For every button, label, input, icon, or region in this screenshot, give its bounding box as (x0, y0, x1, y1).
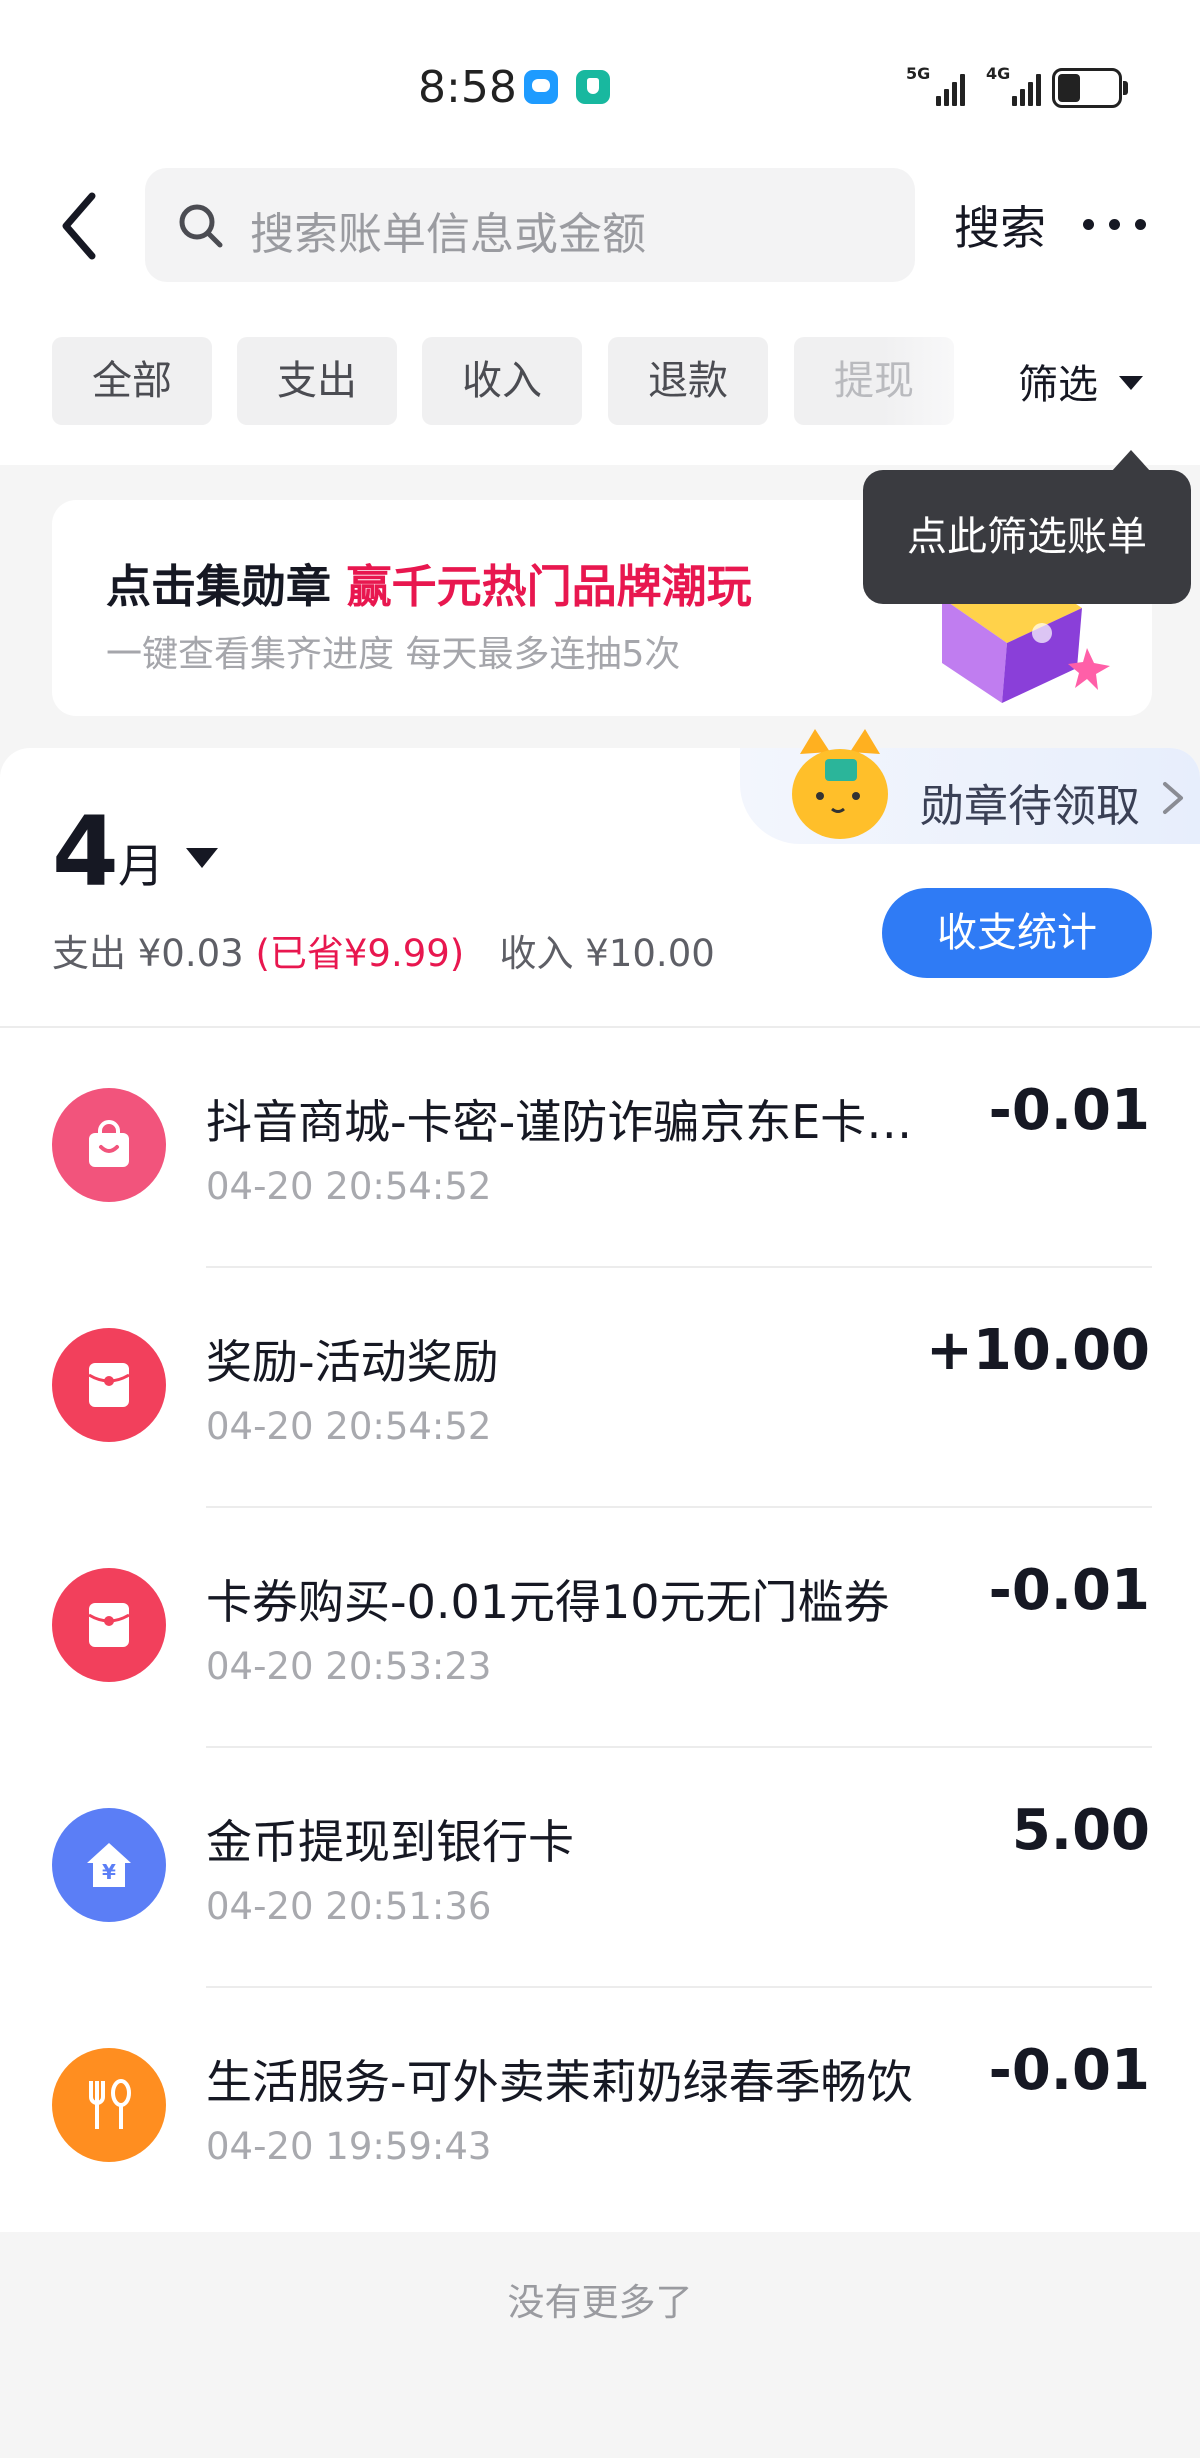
filter-tooltip[interactable]: 点此筛选账单 (863, 450, 1191, 604)
transaction-time: 04-20 20:54:52 (206, 1405, 492, 1448)
filter-chip-income[interactable]: 收入 (422, 337, 582, 425)
transaction-row[interactable]: ¥ 金币提现到银行卡 04-20 20:51:36 5.00 (0, 1748, 1200, 1988)
transaction-amount: +10.00 (925, 1318, 1150, 1383)
search-icon (179, 204, 223, 248)
transaction-list: 抖音商城-卡密-谨防诈骗京东E卡… 04-20 20:54:52 -0.01 奖… (0, 1028, 1200, 2232)
cat-mascot-icon (792, 729, 888, 839)
saved-amount: (已省¥9.99) (255, 932, 465, 975)
medal-claim-tab[interactable]: 勋章待领取 (740, 729, 1200, 844)
yuan-house-icon: ¥ (52, 1808, 166, 1922)
fork-spoon-icon (52, 2048, 166, 2162)
signal-4g-icon (1012, 70, 1048, 106)
banner-subtitle: 一键查看集齐进度 每天最多连抽5次 (106, 634, 681, 675)
transaction-time: 04-20 20:51:36 (206, 1885, 492, 1928)
filter-chip-withdraw[interactable]: 提现 (794, 337, 954, 425)
transaction-row[interactable]: 奖励-活动奖励 04-20 20:54:52 +10.00 (0, 1268, 1200, 1508)
transaction-time: 04-20 20:54:52 (206, 1165, 492, 1208)
back-arrow-icon[interactable] (50, 186, 120, 266)
transaction-amount: -0.01 (988, 1078, 1150, 1143)
chat-notification-icon (524, 70, 558, 104)
search-button[interactable]: 搜索 (954, 192, 1046, 258)
expense-total: 支出 ¥0.03 (52, 932, 244, 975)
banner-title: 点击集勋章 赢千元热门品牌潮玩 (106, 550, 752, 615)
month-summary-section: 勋章待领取 4 月 支出 ¥0.03 (已省¥9.99) 收入 ¥10.00 收… (0, 729, 1200, 1026)
month-dropdown-icon[interactable] (186, 848, 218, 868)
income-total: 收入 ¥10.00 (499, 932, 715, 975)
filter-button[interactable]: 筛选 (1018, 352, 1098, 410)
chevron-right-icon (1163, 782, 1183, 814)
status-time: 8:58 (418, 62, 517, 113)
network-5g-label: 5G (906, 64, 931, 83)
top-panel: 8:58 5G 4G 搜索账单信息或金额 搜索 全部 支出 收入 退款 提现 筛… (0, 0, 1200, 465)
transaction-title: 金币提现到银行卡 (206, 1815, 574, 1869)
battery-icon (1052, 68, 1128, 108)
transaction-time: 04-20 20:53:23 (206, 1645, 492, 1688)
filter-chip-all[interactable]: 全部 (52, 337, 212, 425)
transaction-title: 抖音商城-卡密-谨防诈骗京东E卡… (206, 1095, 913, 1149)
month-summary: 支出 ¥0.03 (已省¥9.99) 收入 ¥10.00 (52, 923, 715, 977)
banner-title-highlight: 赢千元热门品牌潮玩 (346, 560, 752, 613)
filter-chip-refund[interactable]: 退款 (608, 337, 768, 425)
network-4g-label: 4G (986, 64, 1011, 83)
transaction-amount: -0.01 (988, 2038, 1150, 2103)
medal-claim-label: 勋章待领取 (920, 781, 1140, 832)
transaction-title: 卡券购买-0.01元得10元无门槛券 (206, 1575, 890, 1629)
month-unit[interactable]: 月 (118, 830, 164, 896)
no-more-label: 没有更多了 (507, 2281, 693, 2324)
filter-caret-icon[interactable] (1119, 376, 1143, 390)
transaction-title: 奖励-活动奖励 (206, 1335, 499, 1389)
search-placeholder: 搜索账单信息或金额 (250, 209, 646, 260)
transaction-time: 04-20 19:59:43 (206, 2125, 492, 2168)
month-number[interactable]: 4 (52, 799, 119, 906)
transaction-row[interactable]: 抖音商城-卡密-谨防诈骗京东E卡… 04-20 20:54:52 -0.01 (0, 1028, 1200, 1268)
transaction-amount: 5.00 (1011, 1798, 1150, 1863)
transaction-title: 生活服务-可外卖茉莉奶绿春季畅饮 (206, 2055, 913, 2109)
search-input[interactable]: 搜索账单信息或金额 (145, 168, 915, 282)
shopping-bag-icon (52, 1088, 166, 1202)
red-packet-icon (52, 1568, 166, 1682)
more-options-icon[interactable] (1083, 204, 1147, 244)
filter-chip-expense[interactable]: 支出 (237, 337, 397, 425)
transaction-row[interactable]: 生活服务-可外卖茉莉奶绿春季畅饮 04-20 19:59:43 -0.01 (0, 1988, 1200, 2228)
stats-button[interactable]: 收支统计 (882, 888, 1152, 978)
signal-5g-icon (936, 70, 972, 106)
transaction-row[interactable]: 卡券购买-0.01元得10元无门槛券 04-20 20:53:23 -0.01 (0, 1508, 1200, 1748)
red-packet-icon (52, 1328, 166, 1442)
transaction-amount: -0.01 (988, 1558, 1150, 1623)
svg-text:¥: ¥ (102, 1860, 116, 1884)
shield-notification-icon (576, 70, 610, 104)
banner-title-prefix: 点击集勋章 (106, 560, 347, 613)
